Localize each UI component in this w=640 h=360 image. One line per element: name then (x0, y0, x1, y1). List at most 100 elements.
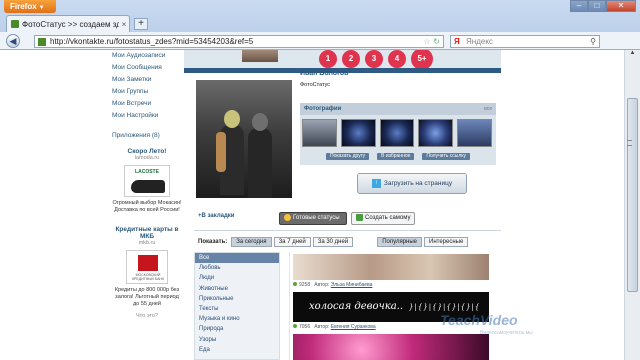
scrollbar-thumb[interactable] (627, 98, 638, 292)
tab-title: ФотоСтатус >> создаем здесь ... (22, 19, 119, 29)
photo-thumbnail[interactable] (457, 119, 492, 147)
banner-image (242, 50, 278, 62)
watermark-logo: TeachVideo (440, 312, 518, 328)
page-button-1[interactable]: 1 (319, 50, 337, 68)
photo-thumbnail[interactable] (340, 119, 376, 147)
upload-arrow-icon: ↑ (371, 178, 381, 188)
top-banner: 1 2 3 4 5+ (184, 50, 501, 70)
ad-domain: mkb.ru (138, 240, 156, 246)
author-link[interactable]: Эльза Минибаева (331, 282, 373, 288)
category-list: Все Любовь Люди Животные Прикольные Текс… (194, 252, 280, 360)
favorite-button[interactable]: В избранное (377, 153, 415, 160)
filter-30-days[interactable]: За 30 дней (312, 237, 354, 247)
photo-thumbnail[interactable] (379, 119, 415, 147)
like-icon[interactable] (293, 282, 297, 286)
vertical-scrollbar[interactable]: ▲ (624, 50, 640, 360)
author-link[interactable]: Евгения Суранкова (331, 324, 376, 330)
search-icon[interactable]: ⚲ (590, 37, 596, 46)
add-bookmark-link[interactable]: +В закладки (198, 213, 234, 219)
page-button-3[interactable]: 3 (365, 50, 383, 68)
firefox-menu-button[interactable]: Firefox ▼ (4, 0, 56, 13)
like-count: 9258 (299, 282, 311, 288)
filter-popular[interactable]: Популярные (377, 237, 423, 247)
back-button[interactable]: ◀ (6, 34, 20, 48)
page-button-2[interactable]: 2 (342, 50, 360, 68)
page-button-4[interactable]: 4 (388, 50, 406, 68)
url-text: http://vkontakte.ru/fotostatus_zdes?mid=… (50, 37, 254, 46)
category-item[interactable]: Животные (195, 284, 279, 294)
gas-mask-icon (252, 113, 268, 131)
show-label: Показать: (198, 239, 228, 245)
photo-actions: Показать другу В избранное Получить ссыл… (326, 153, 478, 160)
category-item[interactable]: Природа (195, 324, 279, 334)
menu-item-notes[interactable]: Мои Заметки (112, 74, 182, 86)
menu-item-groups[interactable]: Мои Группы (112, 86, 182, 98)
category-item[interactable]: Все (195, 253, 279, 264)
ad-image-shoe[interactable]: LACOSTE (124, 165, 170, 197)
upload-to-page-button[interactable]: ↑ Загрузить на страницу (357, 173, 467, 194)
ad-brand-logo: LACOSTE (135, 169, 159, 175)
ad-title[interactable]: Скоро Лето! (112, 148, 182, 155)
feed-meta: 9258 Автор: Эльза Минибаева (293, 282, 372, 288)
category-item[interactable]: Тексты (195, 304, 279, 314)
page-content: Мои Аудиозаписи Мои Сообщения Мои Заметк… (0, 50, 624, 360)
photos-all-link[interactable]: все (484, 103, 492, 115)
category-item[interactable]: Люди (195, 273, 279, 283)
status-photo[interactable] (196, 80, 292, 198)
get-link-button[interactable]: Получить ссылку (422, 153, 471, 160)
search-bar[interactable]: Я Яндекс ⚲ (450, 35, 600, 48)
photo-thumbnails (300, 115, 496, 147)
create-yourself-button[interactable]: Создать самому (351, 212, 415, 225)
menu-item-settings[interactable]: Мои Настройки (112, 110, 182, 122)
star-icon (284, 213, 291, 221)
create-icon (356, 213, 363, 221)
page-button-more[interactable]: 5+ (411, 50, 433, 70)
maximize-button[interactable]: □ (588, 0, 606, 12)
tab-close-icon[interactable]: × (119, 20, 129, 29)
menu-item-events[interactable]: Мои Встречи (112, 98, 182, 110)
menu-item-messages[interactable]: Мои Сообщения (112, 62, 182, 74)
url-bar[interactable]: http://vkontakte.ru/fotostatus_zdes?mid=… (34, 35, 444, 48)
filter-bar: Показать: За сегодня За 7 дней За 30 дне… (198, 237, 470, 247)
feed-image[interactable] (293, 254, 489, 280)
feed-image[interactable] (293, 334, 489, 360)
show-friend-button[interactable]: Показать другу (326, 153, 370, 160)
ad-title[interactable]: Кредитные карты в МКБ (112, 226, 182, 240)
ready-statuses-button[interactable]: Готовые статусы (279, 212, 347, 225)
ads-what-is-this-link[interactable]: Что это? (112, 313, 182, 319)
feed-caption: холосая девочка.. (309, 301, 404, 312)
site-identity-icon[interactable] (38, 37, 46, 46)
browser-tab[interactable]: ФотоСтатус >> создаем здесь ... × (6, 15, 130, 32)
site-favicon-icon (11, 20, 19, 28)
banner-pager: 1 2 3 4 5+ (319, 50, 438, 70)
category-item[interactable]: Прикольные (195, 294, 279, 304)
apps-link[interactable]: Приложения (8) (112, 130, 182, 142)
window-controls: – □ ✕ (570, 0, 636, 12)
category-item[interactable]: Музыка и кино (195, 314, 279, 324)
close-window-button[interactable]: ✕ (606, 0, 636, 12)
filter-interesting[interactable]: Интересные (424, 237, 469, 247)
gas-mask-icon (224, 110, 240, 128)
status-feed: 9258 Автор: Эльза Минибаева холосая дево… (289, 252, 489, 360)
feed-meta: 7056 Автор: Евгения Суранкова (293, 324, 376, 330)
bookmark-star-icon[interactable]: ☆ (423, 37, 430, 46)
profile-name[interactable]: Иван Бологов (300, 70, 348, 77)
photo-thumbnail[interactable] (418, 119, 454, 147)
photos-title: Фотографии (304, 106, 342, 112)
profile-status: ФотоСтатус (300, 82, 331, 88)
filter-7-days[interactable]: За 7 дней (273, 237, 311, 247)
filter-today[interactable]: За сегодня (231, 237, 272, 247)
scroll-up-icon[interactable]: ▲ (627, 50, 638, 60)
ad-text: Огромный выбор Мокасин! Доставка по всей… (112, 200, 182, 213)
menu-item-audio[interactable]: Мои Аудиозаписи (112, 50, 182, 62)
ad-text: Кредиты до 800 000р без залога! Льготный… (114, 287, 180, 307)
reload-icon[interactable]: ↻ (433, 37, 440, 46)
minimize-button[interactable]: – (570, 0, 588, 12)
ad-image-bank-logo[interactable]: МОСКОВСКИЙ КРЕДИТНЫЙ БАНК (126, 250, 168, 284)
like-icon[interactable] (293, 324, 297, 328)
category-item[interactable]: Еда (195, 345, 279, 355)
photo-thumbnail[interactable] (302, 119, 337, 147)
category-item[interactable]: Любовь (195, 263, 279, 273)
new-tab-button[interactable]: + (134, 18, 148, 30)
category-item[interactable]: Узоры (195, 335, 279, 345)
